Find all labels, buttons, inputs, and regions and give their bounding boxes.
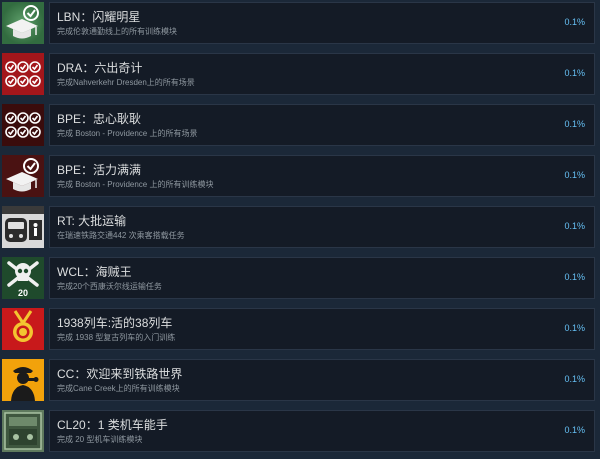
icon-badge-number: 20: [18, 288, 28, 298]
achievement-title: DRA：六出奇计: [57, 61, 143, 75]
achievement-description: 完成Cane Creek上的所有训练模块: [57, 384, 180, 393]
achievement-row[interactable]: RT: 大批运输 在瑞速铁路交通442 次乘客搭载任务 0.1%: [0, 204, 600, 255]
achievement-row[interactable]: CL20：1 类机车能手 完成 20 型机车训练模块 0.1%: [0, 408, 600, 459]
achievement-panel: CL20：1 类机车能手 完成 20 型机车训练模块 0.1%: [49, 410, 595, 452]
achievement-description: 完成 Boston - Providence 上的所有场景: [57, 129, 198, 138]
conductor-whistle-icon: [2, 359, 44, 401]
achievement-panel: WCL：海贼王 完成20个西康沃尔线运输任务 0.1%: [49, 257, 595, 299]
achievement-row[interactable]: BPE：忠心耿耿 完成 Boston - Providence 上的所有场景 0…: [0, 102, 600, 153]
achievement-percent: 0.1%: [564, 170, 585, 180]
achievement-row[interactable]: BPE：活力满满 完成 Boston - Providence 上的所有训练模块…: [0, 153, 600, 204]
achievement-percent: 0.1%: [564, 374, 585, 384]
locomotive-plate-icon: [2, 410, 44, 452]
graduation-cap-check-icon: [2, 2, 44, 44]
achievement-panel: 1938列车:活的38列车 完成 1938 型复古列车的入门训练 0.1%: [49, 308, 595, 350]
achievement-percent: 0.1%: [564, 323, 585, 333]
achievement-title: CC：欢迎来到铁路世界: [57, 367, 183, 381]
achievement-title: 1938列车:活的38列车: [57, 316, 173, 330]
achievement-percent: 0.1%: [564, 119, 585, 129]
achievement-title: BPE：忠心耿耿: [57, 112, 142, 126]
achievement-panel: LBN：闪耀明星 完成伦敦通勤线上的所有训练模块 0.1%: [49, 2, 595, 44]
achievement-description: 完成 20 型机车训练模块: [57, 435, 143, 444]
graduation-cap-check-icon: [2, 155, 44, 197]
achievement-panel: BPE：忠心耿耿 完成 Boston - Providence 上的所有场景 0…: [49, 104, 595, 146]
achievement-title: LBN：闪耀明星: [57, 10, 141, 24]
achievement-description: 完成20个西康沃尔线运输任务: [57, 282, 162, 291]
achievement-title: BPE：活力满满: [57, 163, 142, 177]
achievement-row[interactable]: 20 WCL：海贼王 完成20个西康沃尔线运输任务 0.1%: [0, 255, 600, 306]
achievement-percent: 0.1%: [564, 68, 585, 78]
achievement-list: LBN：闪耀明星 完成伦敦通勤线上的所有训练模块 0.1% DRA：六出奇计 完…: [0, 0, 600, 454]
achievement-panel: RT: 大批运输 在瑞速铁路交通442 次乘客搭载任务 0.1%: [49, 206, 595, 248]
six-checks-icon: [2, 104, 44, 146]
achievement-title: RT: 大批运输: [57, 214, 127, 228]
achievement-description: 完成伦敦通勤线上的所有训练模块: [57, 27, 177, 36]
medal-icon: [2, 308, 44, 350]
achievement-title: CL20：1 类机车能手: [57, 418, 168, 432]
achievement-panel: CC：欢迎来到铁路世界 完成Cane Creek上的所有训练模块 0.1%: [49, 359, 595, 401]
achievement-percent: 0.1%: [564, 425, 585, 435]
achievement-row[interactable]: CC：欢迎来到铁路世界 完成Cane Creek上的所有训练模块 0.1%: [0, 357, 600, 408]
skull-crossbones-icon: 20: [2, 257, 44, 299]
six-checks-icon: [2, 53, 44, 95]
achievement-percent: 0.1%: [564, 272, 585, 282]
achievement-title: WCL：海贼王: [57, 265, 132, 279]
achievement-row[interactable]: 1938列车:活的38列车 完成 1938 型复古列车的入门训练 0.1%: [0, 306, 600, 357]
achievement-description: 在瑞速铁路交通442 次乘客搭载任务: [57, 231, 185, 240]
achievement-panel: DRA：六出奇计 完成Nahverkehr Dresden上的所有场景 0.1%: [49, 53, 595, 95]
achievement-percent: 0.1%: [564, 221, 585, 231]
achievement-description: 完成 Boston - Providence 上的所有训练模块: [57, 180, 214, 189]
achievement-percent: 0.1%: [564, 17, 585, 27]
achievement-row[interactable]: DRA：六出奇计 完成Nahverkehr Dresden上的所有场景 0.1%: [0, 51, 600, 102]
achievement-description: 完成Nahverkehr Dresden上的所有场景: [57, 78, 195, 87]
achievement-description: 完成 1938 型复古列车的入门训练: [57, 333, 176, 342]
achievement-row[interactable]: LBN：闪耀明星 完成伦敦通勤线上的所有训练模块 0.1%: [0, 0, 600, 51]
achievement-panel: BPE：活力满满 完成 Boston - Providence 上的所有训练模块…: [49, 155, 595, 197]
train-passenger-icon: [2, 206, 44, 248]
